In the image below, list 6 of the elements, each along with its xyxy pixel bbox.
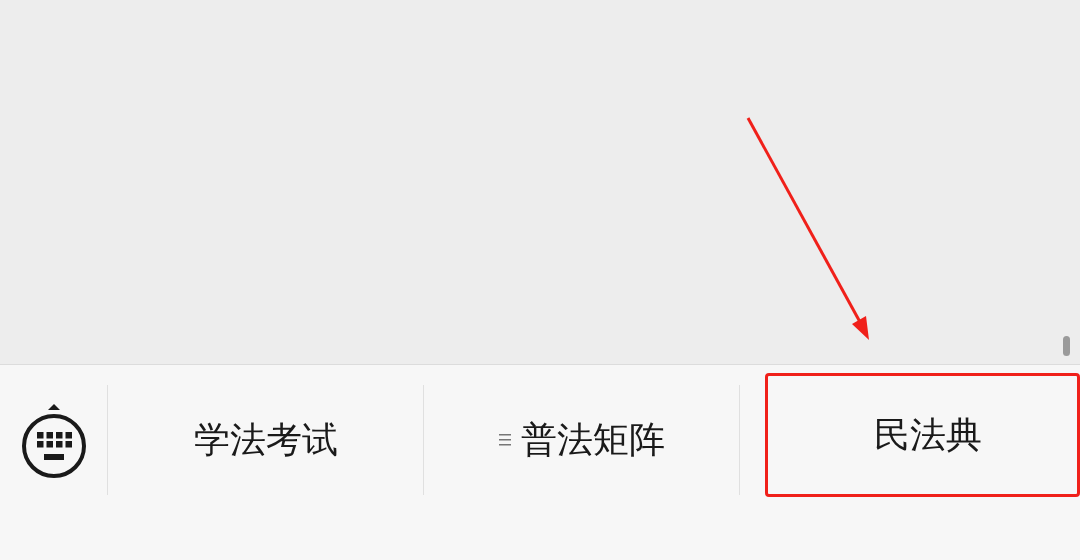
scrollbar-thumb[interactable] xyxy=(1063,336,1070,356)
submenu-icon xyxy=(498,433,511,447)
menu-item[interactable]: 学法考试 xyxy=(108,385,423,495)
menu-item[interactable]: 民法典 xyxy=(765,373,1080,497)
keyboard-icon xyxy=(19,404,88,478)
menu-item[interactable]: 普法矩阵 xyxy=(424,385,739,495)
